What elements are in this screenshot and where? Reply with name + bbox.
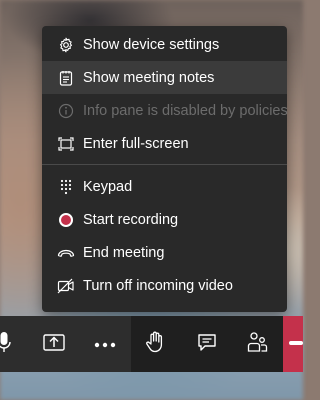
menu-item-keypad[interactable]: Keypad — [42, 170, 287, 203]
info-icon — [57, 102, 75, 120]
fullscreen-icon — [57, 135, 75, 153]
video-off-icon — [57, 277, 75, 295]
more-options-button[interactable] — [88, 326, 122, 362]
gear-icon — [57, 36, 75, 54]
menu-divider — [42, 164, 287, 165]
more-options-menu: Show device settings Show meeting notes … — [42, 26, 288, 312]
more-options-icon — [94, 335, 116, 353]
menu-item-device-settings[interactable]: Show device settings — [42, 28, 287, 61]
menu-item-label: Enter full-screen — [83, 135, 189, 152]
participants-icon — [246, 331, 268, 358]
microphone-icon — [0, 331, 12, 358]
menu-item-meeting-notes[interactable]: Show meeting notes — [42, 61, 287, 94]
menu-item-turn-off-incoming-video[interactable]: Turn off incoming video — [42, 269, 287, 302]
menu-item-full-screen[interactable]: Enter full-screen — [42, 127, 287, 160]
raise-hand-icon — [145, 331, 165, 358]
menu-item-label: Keypad — [83, 178, 133, 195]
menu-item-label: End meeting — [83, 244, 165, 261]
record-icon — [57, 211, 75, 229]
chat-icon — [197, 332, 217, 357]
menu-item-info-pane: Info pane is disabled by policies — [42, 94, 288, 127]
menu-item-label: Info pane is disabled by policies — [83, 102, 288, 119]
notes-icon — [57, 69, 75, 87]
menu-item-end-meeting[interactable]: End meeting — [42, 236, 287, 269]
hang-up-button[interactable] — [283, 316, 303, 372]
share-screen-icon — [43, 333, 65, 356]
menu-item-start-recording[interactable]: Start recording — [42, 203, 287, 236]
keypad-icon — [57, 178, 75, 196]
share-screen-button[interactable] — [37, 326, 71, 362]
end-call-icon — [57, 244, 75, 262]
participants-button[interactable] — [240, 326, 274, 362]
chat-button[interactable] — [190, 326, 224, 362]
hang-up-icon — [289, 341, 303, 345]
meeting-toolbar — [0, 316, 303, 372]
raise-hand-button[interactable] — [138, 326, 172, 362]
menu-item-label: Start recording — [83, 211, 179, 228]
microphone-button[interactable] — [0, 326, 21, 362]
menu-item-label: Show meeting notes — [83, 69, 215, 86]
menu-item-label: Turn off incoming video — [83, 277, 233, 294]
menu-item-label: Show device settings — [83, 36, 220, 53]
